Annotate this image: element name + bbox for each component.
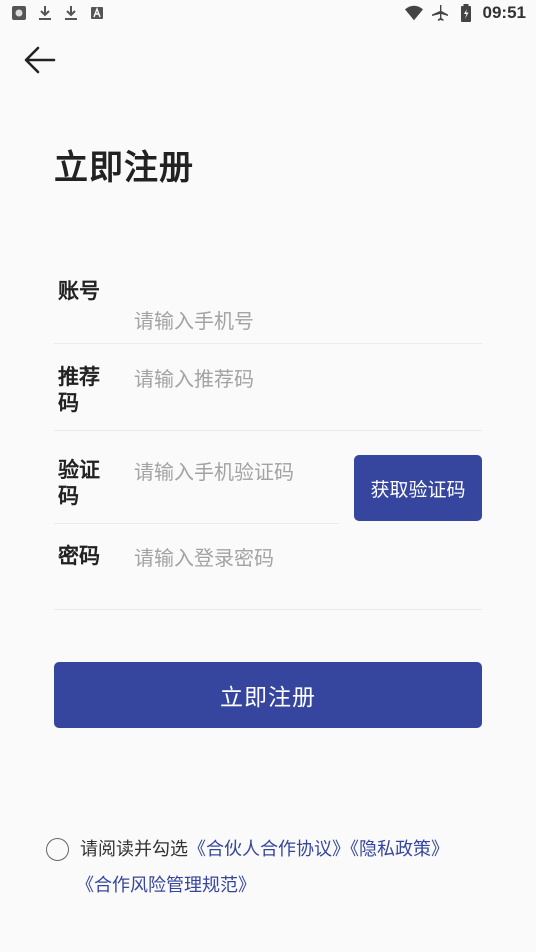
agreement-line-1: 请阅读并勾选《合伙人合作协议》《隐私政策》 [80,836,449,864]
referral-row: 推荐码 [54,364,482,431]
password-input[interactable] [134,543,474,573]
verification-label: 验证码 [58,458,100,508]
status-bar: 09:51 [0,0,536,28]
agreement-prefix: 请阅读并勾选 [80,839,188,860]
risk-management-link[interactable]: 《合作风险管理规范》 [76,875,256,896]
back-button[interactable] [22,42,58,78]
app-notification-icon [10,4,28,22]
airplane-mode-icon [431,4,449,22]
divider [54,523,339,524]
divider [54,609,482,610]
get-verification-code-button[interactable]: 获取验证码 [354,455,482,521]
status-bar-right: 09:51 [404,3,526,23]
status-time: 09:51 [482,3,526,22]
download-icon [36,4,54,22]
agreement-checkbox[interactable] [46,838,69,861]
verification-code-input[interactable] [134,457,340,487]
keyboard-icon [88,4,106,22]
battery-icon [457,4,475,22]
download-icon [62,4,80,22]
page-title: 立即注册 [54,148,194,188]
status-bar-left [10,4,106,22]
agreement-line-2: 《合作风险管理规范》 [76,872,256,900]
account-row: 账号 [54,278,482,344]
password-label: 密码 [58,544,100,568]
divider [54,343,482,344]
wifi-icon [404,4,423,22]
privacy-policy-link[interactable]: 《隐私政策》 [350,839,449,860]
register-button[interactable]: 立即注册 [54,662,482,728]
account-label: 账号 [58,279,100,303]
account-input[interactable] [134,306,474,336]
password-row: 密码 [54,543,482,610]
referral-label: 推荐码 [58,365,100,415]
partner-agreement-link[interactable]: 《合伙人合作协议》 [188,839,350,860]
back-arrow-icon [24,46,56,74]
referral-input[interactable] [134,364,474,394]
divider [54,430,482,431]
